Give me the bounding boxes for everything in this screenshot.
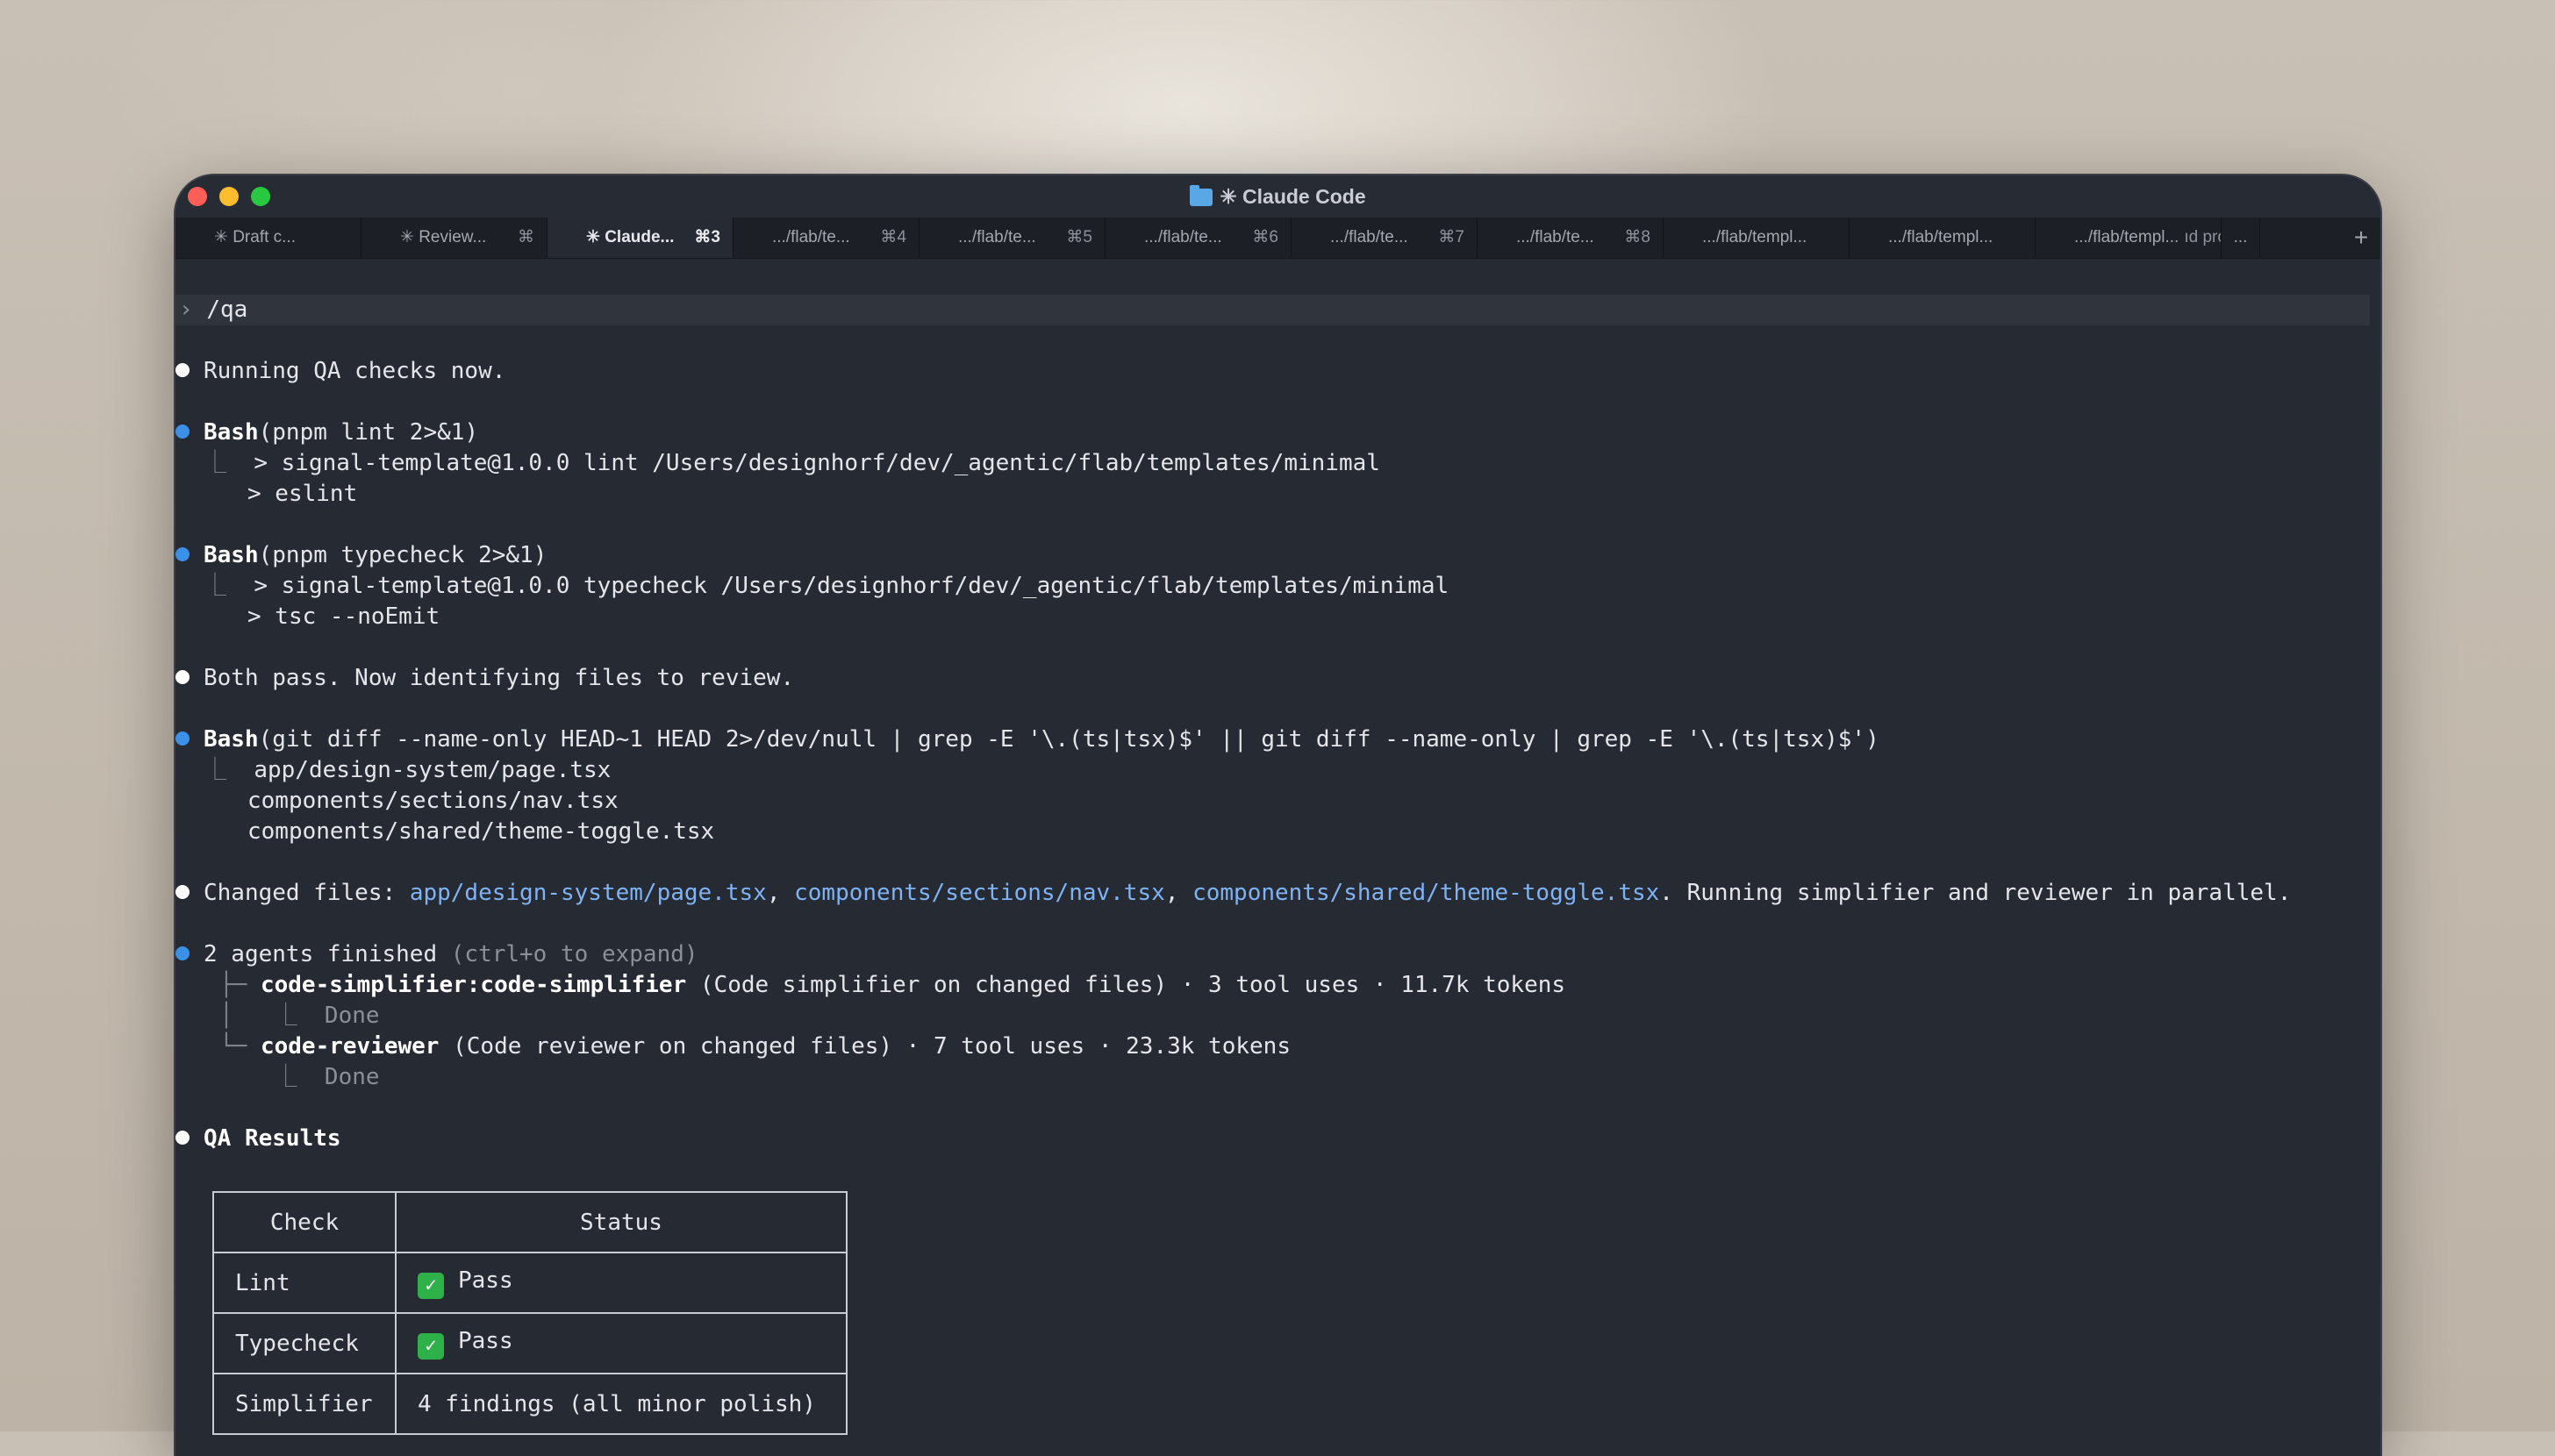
bash-output: ⎿ app/design-system/page.tsx bbox=[204, 757, 612, 783]
tab-overflow[interactable]: ... bbox=[2222, 218, 2260, 258]
tab-10[interactable]: .../flab/templ... bbox=[1850, 218, 2036, 258]
tool-bullet-icon bbox=[175, 732, 190, 746]
window-title: ✳ Claude Code bbox=[175, 175, 2380, 218]
tool-bullet-icon bbox=[175, 547, 190, 561]
bash-output: components/shared/theme-toggle.tsx bbox=[247, 818, 715, 845]
folder-icon bbox=[1190, 185, 1213, 206]
tab-1[interactable]: ✳ Draft c... bbox=[175, 218, 361, 258]
tab-3-active[interactable]: ✳ Claude... ⌘3 bbox=[548, 218, 734, 258]
table-cell: 4 findings (all minor polish) bbox=[395, 1373, 848, 1435]
bullet-icon bbox=[175, 363, 190, 377]
tab-4[interactable]: .../flab/te... ⌘4 bbox=[734, 218, 920, 258]
qa-results-table: Check Status Lint ✓ Pass Typecheck ✓ Pass … bbox=[212, 1191, 848, 1435]
bash-call: Bash(git diff --name-only HEAD~1 HEAD 2>… bbox=[175, 724, 1879, 755]
bash-output: > tsc --noEmit bbox=[247, 603, 440, 630]
bash-output: components/sections/nav.tsx bbox=[247, 788, 619, 814]
table-cell: ✓ Pass bbox=[395, 1252, 848, 1314]
table-cell: Simplifier bbox=[212, 1373, 397, 1435]
bash-output: > eslint bbox=[247, 481, 358, 507]
bash-output: ⎿ > signal-template@1.0.0 lint /Users/de… bbox=[204, 450, 1380, 476]
table-header-row: Check Status bbox=[212, 1191, 848, 1253]
table-cell: Lint bbox=[212, 1252, 397, 1314]
title-bar: ✳ Claude Code bbox=[175, 175, 2380, 218]
agent-status: ⎿ Done bbox=[219, 1064, 380, 1090]
agents-summary[interactable]: 2 agents finished (ctrl+o to expand) bbox=[175, 939, 698, 970]
bullet-icon bbox=[175, 1131, 190, 1145]
table-row: Typecheck ✓ Pass bbox=[212, 1312, 848, 1374]
tab-7[interactable]: .../flab/te... ⌘7 bbox=[1292, 218, 1478, 258]
file-link[interactable]: components/sections/nav.tsx bbox=[794, 880, 1165, 906]
prompt-highlight bbox=[175, 295, 2370, 325]
prompt-line: › /qa bbox=[179, 296, 248, 323]
table-row: Lint ✓ Pass bbox=[212, 1252, 848, 1314]
table-cell: Typecheck bbox=[212, 1312, 397, 1374]
bash-output: ⎿ > signal-template@1.0.0 typecheck /Use… bbox=[204, 573, 1449, 599]
changed-files-line: Changed files: app/design-system/page.ts… bbox=[175, 878, 2291, 909]
tab-11[interactable]: .../flab/templ...ıd prod... bbox=[2036, 218, 2222, 258]
results-heading: QA Results bbox=[175, 1124, 341, 1154]
check-mark-icon: ✓ bbox=[418, 1332, 444, 1360]
bullet-icon bbox=[175, 885, 190, 899]
terminal-content[interactable]: › /qa Running QA checks now. Bash(pnpm l… bbox=[175, 258, 2380, 1456]
bullet-icon bbox=[175, 670, 190, 684]
file-link[interactable]: components/shared/theme-toggle.tsx bbox=[1192, 880, 1659, 906]
tab-2[interactable]: ✳ Review... ⌘ bbox=[361, 218, 548, 258]
tab-8[interactable]: .../flab/te... ⌘8 bbox=[1478, 218, 1664, 258]
tab-bar: ✳ Draft c... ✳ Review... ⌘ ✳ Claude... ⌘3 … bbox=[175, 218, 2380, 259]
tab-9[interactable]: .../flab/templ... bbox=[1664, 218, 1850, 258]
message-line: Both pass. Now identifying files to revi… bbox=[175, 663, 794, 694]
tool-bullet-icon bbox=[175, 425, 190, 439]
table-row: Simplifier 4 findings (all minor polish) bbox=[212, 1373, 848, 1435]
agent-row: └─ code-reviewer (Code reviewer on chang… bbox=[219, 1033, 1291, 1060]
tab-6[interactable]: .../flab/te... ⌘6 bbox=[1106, 218, 1292, 258]
bash-call: Bash(pnpm lint 2>&1) bbox=[175, 418, 478, 448]
agent-status: │ ⎿ Done bbox=[219, 1003, 380, 1029]
table-header: Check bbox=[212, 1191, 397, 1253]
table-cell: ✓ Pass bbox=[395, 1312, 848, 1374]
tool-bullet-icon bbox=[175, 946, 190, 960]
message-line: Running QA checks now. bbox=[175, 356, 505, 387]
new-tab-button[interactable]: + bbox=[2342, 218, 2380, 258]
file-link[interactable]: app/design-system/page.tsx bbox=[410, 880, 767, 906]
tab-5[interactable]: .../flab/te... ⌘5 bbox=[920, 218, 1106, 258]
check-mark-icon: ✓ bbox=[418, 1272, 444, 1299]
bash-call: Bash(pnpm typecheck 2>&1) bbox=[175, 540, 547, 571]
table-header: Status bbox=[395, 1191, 848, 1253]
terminal-window: ✳ Claude Code ✳ Draft c... ✳ Review... ⌘ … bbox=[175, 175, 2380, 1456]
agent-row: ├─ code-simplifier:code-simplifier (Code… bbox=[219, 972, 1566, 998]
